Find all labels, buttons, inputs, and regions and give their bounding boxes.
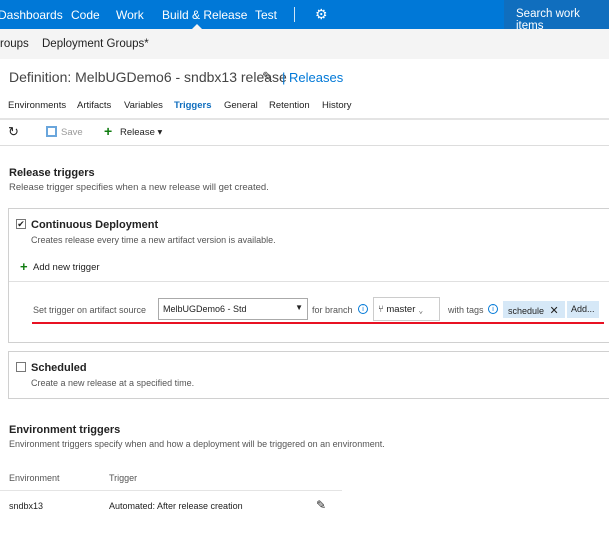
tab-environments[interactable]: Environments bbox=[8, 100, 66, 111]
divider bbox=[9, 281, 609, 282]
branch-icon: ⑂ bbox=[378, 304, 384, 315]
artifact-source-select[interactable]: MelbUGDemo6 - Std ▼ bbox=[158, 298, 308, 320]
scheduled-checkbox[interactable] bbox=[16, 362, 26, 372]
dropdown-icon: ▼ bbox=[295, 303, 303, 312]
release-triggers-title: Release triggers bbox=[9, 167, 95, 179]
nav-work[interactable]: Work bbox=[116, 8, 144, 22]
plus-icon: + bbox=[20, 259, 28, 274]
tab-artifacts[interactable]: Artifacts bbox=[77, 100, 111, 111]
divider bbox=[294, 7, 295, 22]
save-button[interactable]: Save bbox=[61, 127, 83, 138]
divider bbox=[0, 490, 342, 491]
cd-title: Continuous Deployment bbox=[31, 219, 159, 231]
env-name: sndbx13 bbox=[9, 501, 44, 511]
branch-label: for branch bbox=[312, 305, 353, 315]
tag-chip: schedule ✕ bbox=[503, 301, 565, 318]
error-underline bbox=[32, 322, 604, 324]
branch-value: master bbox=[386, 304, 416, 315]
refresh-icon[interactable]: ↻ bbox=[8, 124, 19, 140]
pencil-icon[interactable]: ✎ bbox=[316, 498, 326, 512]
chevron-down-icon: ⌄ bbox=[418, 304, 424, 315]
nav-test[interactable]: Test bbox=[255, 8, 277, 22]
cd-checkbox[interactable]: ✔ bbox=[16, 219, 26, 229]
gear-icon[interactable]: ⚙ bbox=[315, 6, 328, 23]
tab-retention[interactable]: Retention bbox=[269, 100, 310, 111]
top-nav: Dashboards Code Work Build & Release Tes… bbox=[0, 0, 609, 32]
tab-triggers[interactable]: Triggers bbox=[174, 100, 212, 111]
page-title: Definition: MelbUGDemo6 - sndbx13 releas… bbox=[9, 69, 287, 85]
nav-code[interactable]: Code bbox=[71, 8, 100, 22]
add-trigger-link[interactable]: Add new trigger bbox=[33, 262, 100, 273]
artifact-source-value: MelbUGDemo6 - Std bbox=[163, 304, 247, 314]
env-triggers-title: Environment triggers bbox=[9, 424, 121, 436]
env-trigger: Automated: After release creation bbox=[109, 501, 243, 511]
divider bbox=[0, 145, 609, 146]
add-tag-button[interactable]: Add... bbox=[567, 301, 599, 318]
column-header-trigger: Trigger bbox=[109, 473, 138, 483]
cd-desc: Creates release every time a new artifac… bbox=[31, 235, 276, 245]
subnav-deployment-groups[interactable]: Deployment Groups* bbox=[42, 38, 149, 50]
scheduled-desc: Create a new release at a specified time… bbox=[31, 378, 195, 388]
release-button[interactable]: Release ▾ bbox=[120, 127, 162, 138]
plus-icon: + bbox=[104, 123, 113, 139]
releases-label[interactable]: Releases bbox=[289, 70, 343, 85]
release-label: Release bbox=[120, 127, 155, 138]
cd-panel: ✔ Continuous Deployment Creates release … bbox=[8, 208, 609, 343]
tab-general[interactable]: General bbox=[224, 100, 258, 111]
tab-history[interactable]: History bbox=[322, 100, 352, 111]
sub-nav: roups Deployment Groups* bbox=[0, 29, 609, 59]
search-box[interactable]: Search work items bbox=[504, 0, 609, 32]
close-icon[interactable]: ✕ bbox=[550, 305, 559, 317]
env-triggers-desc: Environment triggers specify when and ho… bbox=[9, 439, 385, 449]
info-icon[interactable]: i bbox=[488, 304, 498, 314]
info-icon[interactable]: i bbox=[358, 304, 368, 314]
tag-label: schedule bbox=[508, 306, 545, 316]
scheduled-title: Scheduled bbox=[31, 362, 87, 374]
scheduled-panel: Scheduled Create a new release at a spec… bbox=[8, 351, 609, 399]
nav-build-release[interactable]: Build & Release bbox=[162, 8, 247, 22]
releases-link[interactable]: | Releases bbox=[282, 70, 343, 85]
tab-variables[interactable]: Variables bbox=[124, 100, 163, 111]
branch-select[interactable]: ⑂ master ⌄ bbox=[373, 297, 440, 321]
nav-dashboards[interactable]: Dashboards bbox=[0, 8, 63, 22]
subnav-task-groups[interactable]: roups bbox=[0, 38, 29, 50]
tags-label: with tags bbox=[448, 305, 484, 315]
column-header-environment: Environment bbox=[9, 473, 60, 483]
divider bbox=[0, 118, 609, 120]
save-icon bbox=[46, 126, 57, 137]
pencil-icon[interactable]: ✎ bbox=[262, 69, 273, 85]
release-triggers-desc: Release trigger specifies when a new rel… bbox=[9, 182, 269, 193]
artifact-source-label: Set trigger on artifact source bbox=[33, 305, 147, 315]
